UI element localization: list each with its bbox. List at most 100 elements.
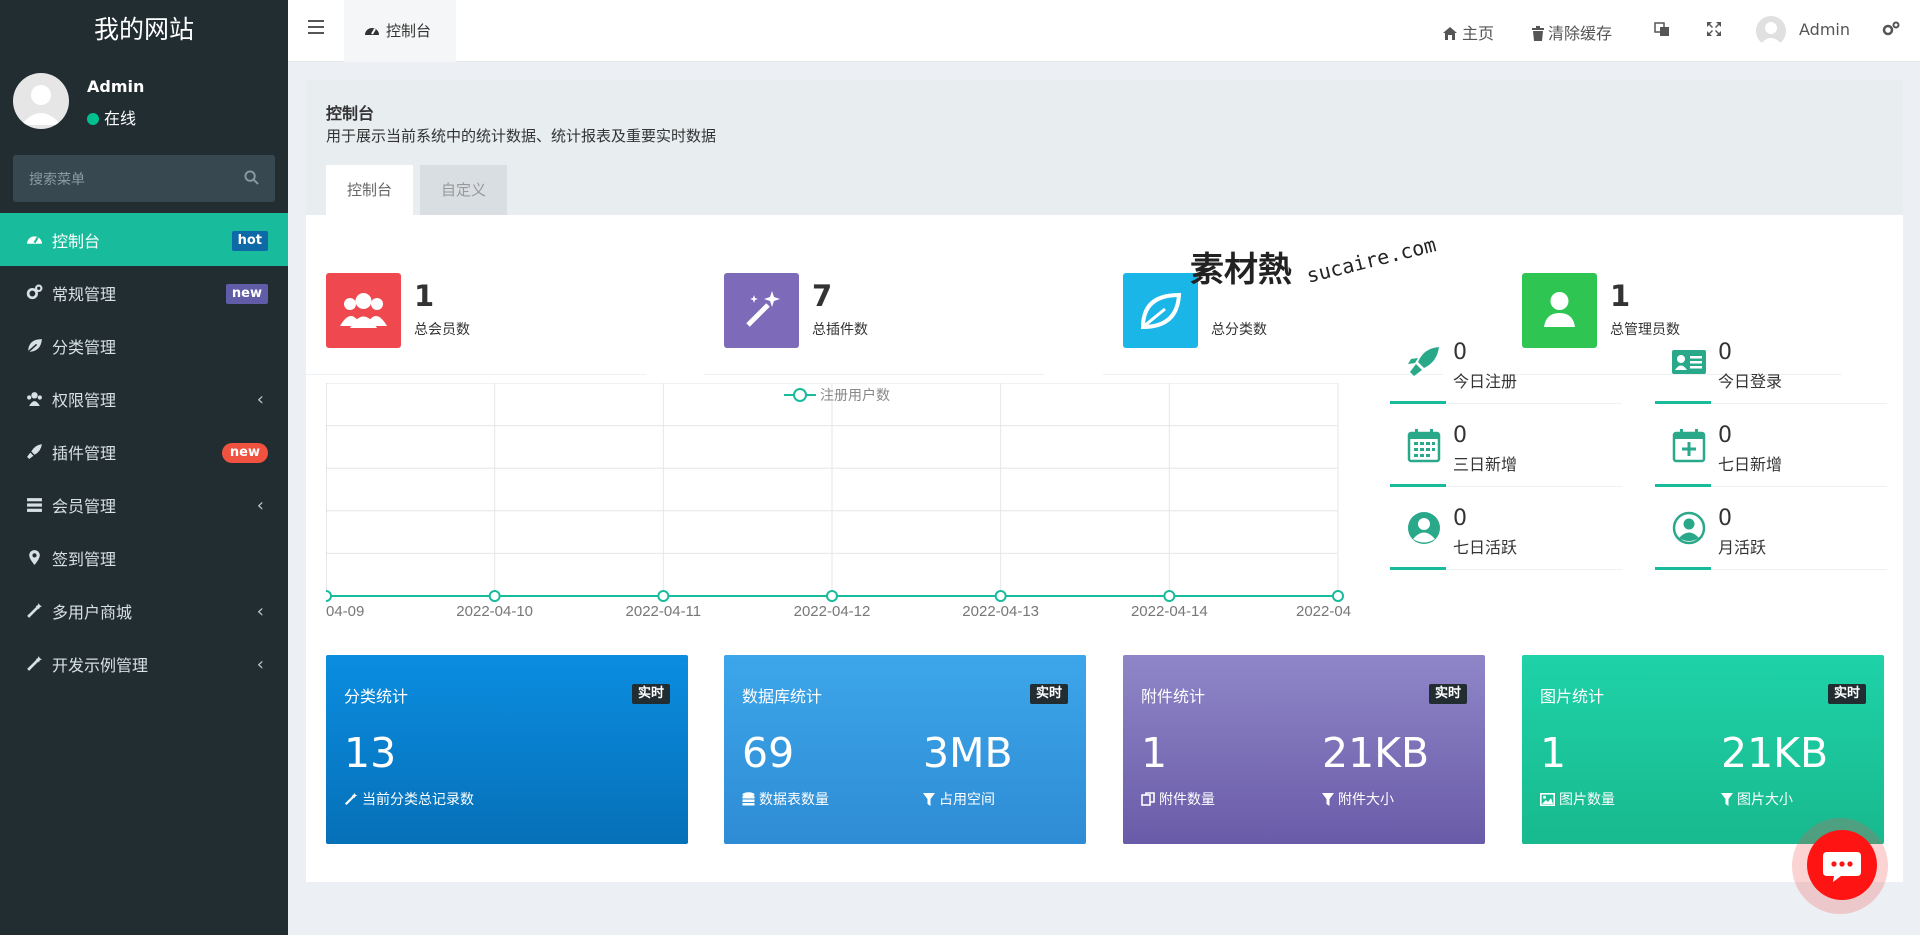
user-circle-icon [1408, 512, 1440, 544]
dashboard-icon [365, 28, 379, 35]
chevron-left-icon: ‹ [256, 389, 264, 410]
site-title[interactable]: 我的网站 [0, 0, 288, 60]
card-sub-label-secondary: 占用空间 [923, 789, 995, 809]
accent-underline [1655, 484, 1711, 487]
tab-dashboard[interactable]: 控制台 [344, 0, 456, 62]
tab-label: 控制台 [386, 22, 432, 40]
data-point [326, 590, 332, 602]
mini-stat-label: 今日登录 [1718, 372, 1783, 391]
sidebar: 我的网站 Admin 在线 搜索菜单 控制台 hot 常规管理 new 分类管理… [0, 0, 288, 935]
accent-underline [1390, 401, 1446, 404]
mini-stat-label: 七日新增 [1718, 455, 1783, 474]
dashboard-panel: 1 总会员数 7 总插件数 总分类数 1 总管理员数 04-09 2022-04-… [306, 215, 1903, 882]
image-icon [1540, 793, 1555, 806]
mini-stat-value: 0 [1718, 340, 1732, 365]
stat-members: 1 总会员数 [306, 259, 646, 375]
magic-icon [724, 273, 799, 348]
menu-toggle-icon[interactable] [308, 20, 324, 40]
home-link[interactable]: 主页 [1442, 20, 1494, 44]
map-marker-icon [29, 550, 40, 565]
mini-stat-monthly-active: 0 月活跃 [1655, 504, 1887, 570]
header-avatar[interactable] [1756, 16, 1786, 46]
files-icon [1141, 792, 1155, 806]
mini-stat-label: 今日注册 [1453, 372, 1518, 391]
page-title: 控制台 [326, 104, 375, 123]
stat-value: 1 [1610, 279, 1631, 313]
card-sub-label: 附件数量 [1141, 789, 1215, 809]
user-icon [1522, 273, 1597, 348]
filter-icon [1322, 793, 1334, 806]
stat-label: 总分类数 [1211, 322, 1267, 338]
stat-plugins: 7 总插件数 [704, 259, 1044, 375]
sidebar-item-general[interactable]: 常规管理 new [0, 266, 288, 319]
card-sub-label-secondary: 附件大小 [1322, 789, 1394, 809]
card-sub-label: 当前分类总记录数 [344, 789, 474, 809]
avatar [13, 73, 69, 129]
sidebar-item-auth[interactable]: 权限管理 ‹ [0, 372, 288, 425]
realtime-badge: 实时 [1428, 684, 1467, 704]
accent-underline [1390, 484, 1446, 487]
sidebar-item-category[interactable]: 分类管理 [0, 319, 288, 372]
data-point [1163, 590, 1176, 602]
page-description: 用于展示当前系统中的统计数据、统计报表及重要实时数据 [326, 127, 717, 145]
card-database-stats: 数据库统计 实时 69 数据表数量 3MB 占用空间 [724, 655, 1086, 844]
trash-icon [1532, 26, 1544, 41]
sidebar-item-dashboard[interactable]: 控制台 hot [0, 213, 288, 266]
chat-button[interactable] [1792, 818, 1888, 914]
sidebar-item-label: 开发示例管理 [52, 656, 149, 675]
data-point [994, 590, 1007, 602]
x-tick-label: 04-09 [326, 603, 364, 620]
sidebar-item-signin[interactable]: 签到管理 [0, 531, 288, 584]
user-panel: Admin 在线 [0, 60, 288, 140]
sidebar-item-label: 签到管理 [52, 550, 117, 569]
x-tick-label: 2022-04 [1296, 603, 1351, 620]
top-header: 控制台 主页 清除缓存 Admin [288, 0, 1920, 62]
mini-stat-value: 0 [1453, 340, 1467, 365]
watermark-logo: 素材熱 [1190, 250, 1292, 290]
accent-underline [1655, 567, 1711, 570]
stat-value: 1 [414, 279, 435, 313]
card-title: 附件统计 [1141, 687, 1206, 706]
database-icon [742, 792, 755, 806]
gears-icon [1882, 21, 1900, 36]
card-value-secondary: 21KB [1322, 729, 1430, 777]
group-icon [27, 392, 42, 406]
sidebar-item-plugins[interactable]: 插件管理 new [0, 425, 288, 478]
search-icon[interactable] [244, 170, 259, 185]
header-user-name[interactable]: Admin [1799, 20, 1850, 39]
menu-search-input[interactable]: 搜索菜单 [13, 155, 275, 202]
card-title: 数据库统计 [742, 687, 823, 706]
sidebar-item-dev-examples[interactable]: 开发示例管理 ‹ [0, 637, 288, 690]
fullscreen-button[interactable] [1706, 20, 1726, 39]
mini-stat-value: 0 [1718, 506, 1732, 531]
x-tick-label: 2022-04-13 [962, 603, 1039, 620]
language-button[interactable] [1654, 20, 1674, 39]
sidebar-item-label: 插件管理 [52, 444, 117, 463]
data-point [826, 590, 838, 602]
menu-search-placeholder: 搜索菜单 [29, 172, 85, 188]
card-sub-label: 数据表数量 [742, 789, 829, 809]
card-sub-label-secondary: 图片大小 [1721, 789, 1793, 809]
settings-button[interactable] [1882, 20, 1904, 39]
sidebar-item-mall[interactable]: 多用户商城 ‹ [0, 584, 288, 637]
vcard-icon [1672, 350, 1706, 374]
sidebar-item-members[interactable]: 会员管理 ‹ [0, 478, 288, 531]
card-value-secondary: 21KB [1721, 729, 1829, 777]
clear-cache-button[interactable]: 清除缓存 [1532, 20, 1612, 44]
tab-custom[interactable]: 自定义 [420, 165, 507, 215]
users-icon [326, 273, 401, 348]
sidebar-item-label: 分类管理 [52, 338, 117, 357]
card-image-stats: 图片统计 实时 1 图片数量 21KB 图片大小 [1522, 655, 1884, 844]
chevron-left-icon: ‹ [256, 495, 264, 516]
leaf-icon [1123, 273, 1198, 348]
sidebar-item-label: 权限管理 [52, 391, 117, 410]
magic-icon [27, 603, 42, 618]
filter-icon [923, 793, 935, 806]
card-value: 69 [742, 729, 795, 777]
home-icon [1443, 27, 1457, 40]
tab-dashboard-content[interactable]: 控制台 [326, 165, 413, 215]
card-value: 13 [344, 729, 397, 777]
card-value: 1 [1540, 729, 1567, 777]
chevron-left-icon: ‹ [256, 601, 264, 622]
accent-underline [1655, 401, 1711, 404]
